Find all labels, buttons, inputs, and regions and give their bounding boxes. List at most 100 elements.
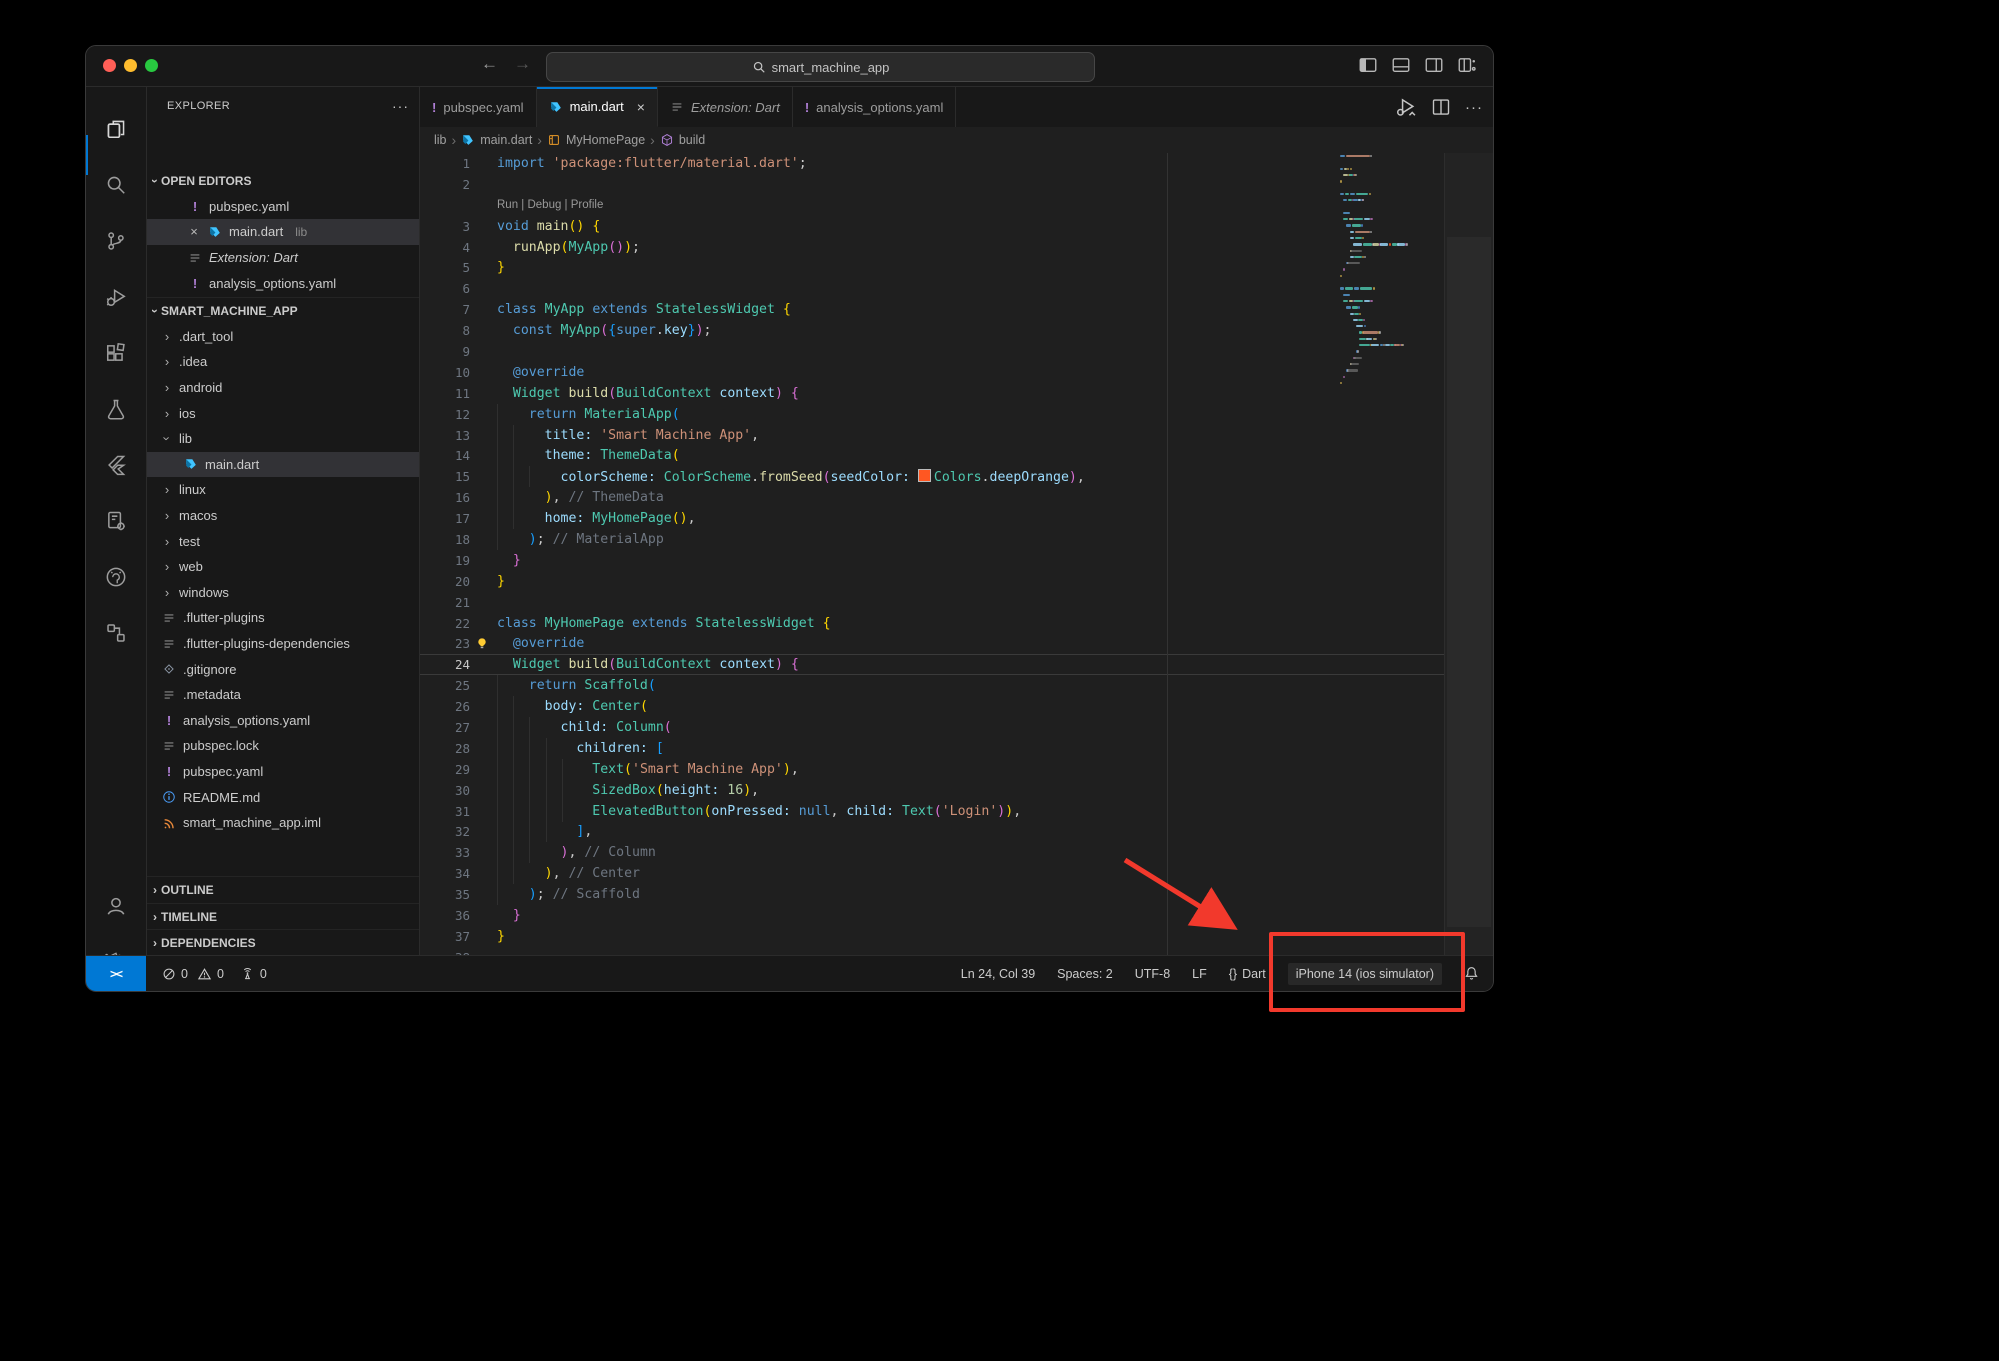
section-outline[interactable]: ›OUTLINE [147,876,419,903]
eol-setting[interactable]: LF [1192,967,1207,981]
lightbulb-icon[interactable] [475,637,489,651]
annotation-highlight-rectangle [1269,932,1465,1012]
tree-item-.idea[interactable]: ›.idea [147,349,419,375]
annotation-arrow [1095,840,1265,950]
more-actions-icon[interactable]: ··· [1465,99,1483,116]
activity-source-control-icon[interactable] [86,218,146,264]
line-number: 37 [420,929,470,944]
tree-item-.metadata[interactable]: .metadata [147,682,419,708]
line-number: 5 [420,260,470,275]
close-tab-icon[interactable]: × [637,99,645,115]
explorer-more-actions-icon[interactable]: ··· [392,98,409,114]
split-editor-icon[interactable] [1431,97,1451,117]
editor-scrollbar[interactable] [1444,153,1493,956]
tree-item-macos[interactable]: ›macos [147,503,419,529]
toggle-panel-icon[interactable] [1391,55,1411,75]
close-editor-icon[interactable]: × [187,224,201,239]
activity-github-icon[interactable] [86,554,146,600]
activity-run-and-debug-icon[interactable] [86,274,146,320]
yaml-warning-icon: ! [187,199,203,214]
tree-item-.dart_tool[interactable]: ›.dart_tool [147,324,419,350]
code-line-5: 5} [420,257,1445,278]
code-line-21: 21 [420,592,1445,613]
breadcrumb[interactable]: lib›main.dart›MyHomePage›build [420,127,1493,153]
color-swatch-deepOrange [918,469,931,482]
nav-back-icon[interactable]: ← [481,54,498,74]
minimap[interactable] [1340,153,1414,956]
tree-item-windows[interactable]: ›windows [147,580,419,606]
open-editor-pubspec.yaml[interactable]: ! pubspec.yaml [147,194,419,220]
activity-project-tool-icon[interactable] [86,498,146,544]
tree-item-README.md[interactable]: README.md [147,784,419,810]
customize-layout-icon[interactable] [1457,55,1477,75]
tree-item-smart_machine_app.iml[interactable]: smart_machine_app.iml [147,810,419,836]
tab-main.dart[interactable]: main.dart × [537,87,658,127]
open-editor-Extension: Dart[interactable]: Extension: Dart [147,245,419,271]
tree-item-.gitignore[interactable]: .gitignore [147,656,419,682]
activity-references-icon[interactable] [86,610,146,656]
line-number: 28 [420,741,470,756]
search-icon [752,60,766,74]
breadcrumb-item[interactable]: lib [434,133,447,147]
code-line-30: 30 SizedBox(height: 16), [420,780,1445,801]
tab-Extension: Dart[interactable]: Extension: Dart [658,87,793,127]
open-editor-analysis_options.yaml[interactable]: ! analysis_options.yaml [147,270,419,296]
breadcrumb-item[interactable]: MyHomePage [566,133,645,147]
breadcrumb-item[interactable]: main.dart [480,133,532,147]
nav-forward-icon[interactable]: → [514,54,531,74]
indentation-setting[interactable]: Spaces: 2 [1057,967,1113,981]
activity-extensions-icon[interactable] [86,330,146,376]
tree-item-ios[interactable]: ›ios [147,400,419,426]
command-center-search[interactable]: smart_machine_app [546,52,1095,82]
language-mode[interactable]: {} Dart [1229,967,1266,981]
activity-flutter-icon[interactable] [86,442,146,488]
codelens-run-debug-profile[interactable]: Run | Debug | Profile [470,199,603,211]
code-line-7: 7class MyApp extends StatelessWidget { [420,299,1445,320]
zoom-window-button[interactable] [145,59,158,72]
tree-item-.flutter-plugins-dependencies[interactable]: .flutter-plugins-dependencies [147,631,419,657]
tree-item-analysis_options.yaml[interactable]: !analysis_options.yaml [147,708,419,734]
tree-item-.flutter-plugins[interactable]: .flutter-plugins [147,605,419,631]
section-timeline[interactable]: ›TIMELINE [147,903,419,930]
tree-item-pubspec.lock[interactable]: pubspec.lock [147,733,419,759]
code-line-28: 28 children: [ [420,738,1445,759]
activity-accounts-icon[interactable] [86,883,146,929]
section-dependencies[interactable]: ›DEPENDENCIES [147,929,419,956]
minimize-window-button[interactable] [124,59,137,72]
open-editors-section-header[interactable]: ›OPEN EDITORS [147,168,419,194]
activity-testing-icon[interactable] [86,386,146,432]
project-section-header[interactable]: ›SMART_MACHINE_APP [147,297,419,324]
tree-item-web[interactable]: ›web [147,554,419,580]
remote-indicator[interactable]: >< [86,956,146,991]
cursor-position[interactable]: Ln 24, Col 39 [961,967,1035,981]
editor-group: ! pubspec.yaml main.dart × Extension: Da… [420,87,1493,956]
tab-analysis_options.yaml[interactable]: ! analysis_options.yaml [793,87,957,127]
ports-count: 0 [260,967,267,981]
toggle-secondary-sidebar-icon[interactable] [1424,55,1444,75]
activity-explorer-icon[interactable] [86,106,146,152]
tree-item-android[interactable]: ›android [147,375,419,401]
tree-item-main.dart[interactable]: main.dart [147,452,419,478]
line-number: 6 [420,281,470,296]
tab-pubspec.yaml[interactable]: ! pubspec.yaml [420,87,537,127]
encoding-setting[interactable]: UTF-8 [1135,967,1170,981]
ports-indicator[interactable]: 0 [240,966,267,981]
code-line-2: 2 [420,174,1445,195]
problems-indicator[interactable]: 0 0 [162,967,224,981]
close-window-button[interactable] [103,59,116,72]
sidebar-title: EXPLORER [167,100,230,112]
activity-search-icon[interactable] [86,162,146,208]
tree-item-lib[interactable]: ›lib [147,426,419,452]
tree-item-linux[interactable]: ›linux [147,477,419,503]
tree-item-test[interactable]: ›test [147,528,419,554]
code-line-25: 25 return Scaffold( [420,675,1445,696]
toggle-primary-sidebar-icon[interactable] [1358,55,1378,75]
open-editor-main.dart[interactable]: × main.dart lib [147,219,419,245]
code-editor[interactable]: 1import 'package:flutter/material.dart';… [420,153,1445,956]
breadcrumb-item[interactable]: build [679,133,705,147]
notifications-bell-icon[interactable] [1464,966,1479,981]
run-or-debug-icon[interactable] [1395,96,1417,118]
tree-item-pubspec.yaml[interactable]: !pubspec.yaml [147,759,419,785]
line-number: 29 [420,762,470,777]
line-number: 21 [420,595,470,610]
